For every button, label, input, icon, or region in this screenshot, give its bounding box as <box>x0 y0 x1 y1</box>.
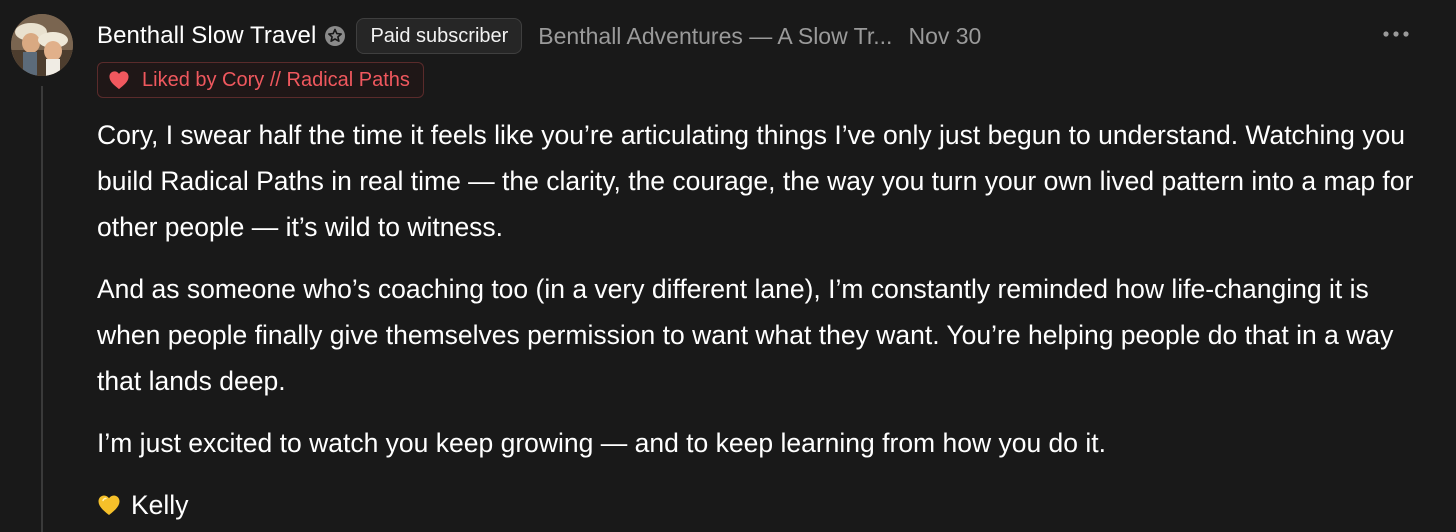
comment-date[interactable]: Nov 30 <box>908 23 981 50</box>
publication-name[interactable]: Benthall Adventures — A Slow Tr... <box>538 23 892 50</box>
signature-name: Kelly <box>131 490 189 520</box>
comment-paragraph: I’m just excited to watch you keep growi… <box>97 428 1107 458</box>
subscriber-badge-icon <box>324 25 346 47</box>
comment-paragraph: And as someone who’s coaching too (in a … <box>97 274 1394 396</box>
comment-paragraph: Cory, I swear half the time it feels lik… <box>97 120 1414 242</box>
comment: Benthall Slow Travel Paid subscriber Ben… <box>0 0 1456 532</box>
avatar-image <box>11 14 73 76</box>
thread-line <box>41 86 43 532</box>
comment-header: Benthall Slow Travel Paid subscriber Ben… <box>97 16 981 56</box>
liked-by-author-badge: Liked by Cory // Radical Paths <box>97 62 424 98</box>
avatar[interactable] <box>11 14 73 76</box>
comment-signature: Kelly <box>97 482 1417 528</box>
paid-subscriber-badge: Paid subscriber <box>356 18 523 54</box>
heart-icon <box>109 71 129 90</box>
comment-body: Cory, I swear half the time it feels lik… <box>97 112 1417 532</box>
yellow-heart-icon <box>98 495 120 515</box>
more-options-button[interactable] <box>1378 22 1414 46</box>
author-name[interactable]: Benthall Slow Travel <box>97 22 316 50</box>
liked-by-label: Liked by Cory // Radical Paths <box>142 68 410 91</box>
more-horizontal-icon <box>1383 31 1409 37</box>
